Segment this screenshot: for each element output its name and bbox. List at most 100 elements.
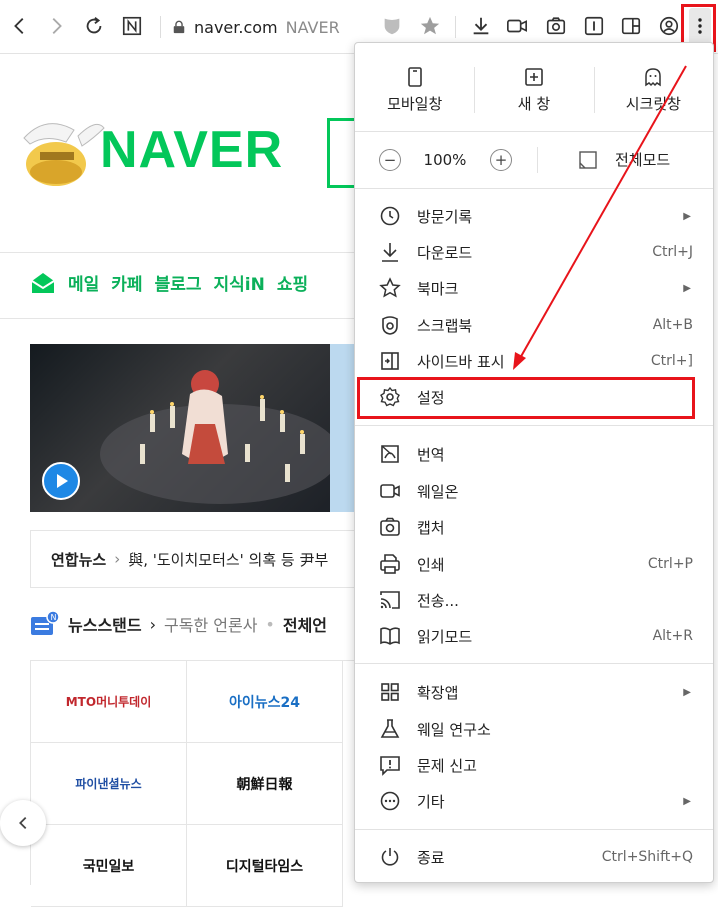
fullscreen-button[interactable]: 전체모드 — [537, 147, 670, 173]
camera-icon[interactable] — [542, 12, 570, 40]
press-name: 아이뉴스24 — [228, 694, 300, 711]
menu-item-label: 확장앱 — [417, 683, 459, 702]
news-ticker[interactable]: 연합뉴스 › 與, '도이치모터스' 의혹 등 尹부 — [30, 530, 355, 588]
zoom-controls: − 100% + 전체모드 — [355, 132, 713, 188]
menu-item-extensions[interactable]: 확장앱 ▶ — [355, 674, 713, 710]
naver-home-icon[interactable] — [118, 12, 146, 40]
whale-mascot-logo — [23, 123, 105, 186]
forward-icon[interactable] — [42, 12, 70, 40]
service-link-mail[interactable]: 메일 — [68, 270, 99, 295]
submenu-arrow-icon: ▶ — [683, 210, 691, 222]
address-bar[interactable]: naver.com NAVER — [172, 13, 340, 41]
download-icon[interactable] — [467, 12, 495, 40]
press-logo[interactable]: 디지털타임스 — [187, 825, 343, 907]
browser-main-menu: 모바일창 새 창 시크릿창 − 100% + 전체모드 방문기록 ▶ 다운로드 … — [354, 42, 714, 883]
settings-highlight — [357, 377, 695, 419]
menu-item-exit[interactable]: 종료 Ctrl+Shift+Q — [355, 839, 713, 875]
menu-item-print[interactable]: 인쇄 Ctrl+P — [355, 546, 713, 582]
menu-item-whale-lab[interactable]: 웨일 연구소 — [355, 711, 713, 747]
newsstand-all-link[interactable]: 전체언 — [283, 612, 327, 636]
menu-item-label: 읽기모드 — [417, 627, 473, 646]
press-logo[interactable]: MTO머니투데이 — [31, 661, 187, 743]
extensions-icon — [379, 681, 401, 703]
press-logo[interactable]: 파이낸셜뉴스 — [31, 743, 187, 825]
mobile-window-button[interactable]: 모바일창 — [355, 43, 474, 131]
divider — [0, 252, 360, 253]
news-headline[interactable]: 與, '도이치모터스' 의혹 등 尹부 — [128, 549, 328, 570]
menu-item-reading-mode[interactable]: 읽기모드 Alt+R — [355, 618, 713, 654]
quick-window-actions: 모바일창 새 창 시크릿창 — [355, 43, 713, 131]
sidebar-toggle-icon[interactable] — [617, 12, 645, 40]
menu-divider — [355, 663, 713, 664]
service-link-kin[interactable]: 지식iN — [213, 270, 264, 295]
press-name: 디지털타임스 — [225, 858, 304, 875]
zoom-level: 100% — [423, 151, 467, 169]
newsstand-icon: N — [31, 610, 60, 635]
menu-item-cast[interactable]: 전송... — [355, 582, 713, 618]
menu-item-report[interactable]: 문제 신고 — [355, 747, 713, 783]
ad-banner-side — [330, 344, 354, 512]
camera-icon — [379, 516, 401, 538]
chevron-right-icon: › — [149, 614, 157, 634]
toolbar-divider — [160, 16, 161, 38]
press-name: 국민일보 — [82, 858, 135, 875]
service-link-shopping[interactable]: 쇼핑 — [277, 270, 308, 295]
menu-item-label: 방문기록 — [417, 207, 473, 226]
new-window-button[interactable]: 새 창 — [474, 43, 593, 131]
cast-icon — [379, 589, 401, 611]
menu-item-scrapbook[interactable]: 스크랩북 Alt+B — [355, 307, 713, 343]
zoom-out-button[interactable]: − — [379, 149, 401, 171]
service-link-cafe[interactable]: 카페 — [111, 270, 142, 295]
quick-item-label: 모바일창 — [387, 95, 443, 113]
star-icon — [379, 277, 401, 299]
bookmark-star-icon[interactable] — [416, 12, 444, 40]
translate-icon — [379, 443, 401, 465]
menu-item-shortcut: Ctrl+J — [652, 244, 693, 260]
back-icon[interactable] — [6, 12, 34, 40]
submenu-arrow-icon: ▶ — [683, 282, 691, 294]
address-host: naver.com — [194, 17, 278, 37]
secret-window-button[interactable]: 시크릿창 — [593, 43, 713, 131]
shield-icon[interactable] — [378, 12, 406, 40]
press-logo[interactable]: 국민일보 — [31, 825, 187, 907]
menu-item-translate[interactable]: 번역 — [355, 436, 713, 472]
carousel-prev-button[interactable] — [0, 800, 46, 846]
newsstand-title[interactable]: 뉴스스탠드 — [68, 612, 142, 636]
menu-item-shortcut: Ctrl+] — [650, 353, 693, 369]
menu-item-more[interactable]: 기타 ▶ — [355, 783, 713, 819]
menu-item-sidebar[interactable]: 사이드바 표시 Ctrl+] — [355, 343, 713, 379]
video-icon — [379, 480, 401, 502]
reload-icon[interactable] — [80, 12, 108, 40]
press-name: 朝鮮日報 — [236, 776, 293, 793]
press-logo[interactable]: 아이뉴스24 — [187, 661, 343, 743]
profile-icon[interactable] — [655, 12, 683, 40]
menu-item-whale-on[interactable]: 웨일온 — [355, 473, 713, 509]
menu-divider — [355, 188, 713, 189]
scrapbook-icon — [379, 314, 401, 336]
menu-item-label: 다운로드 — [417, 243, 473, 262]
reader-icon[interactable] — [580, 12, 608, 40]
service-link-blog[interactable]: 블로그 — [155, 270, 202, 295]
menu-item-label: 사이드바 표시 — [417, 352, 505, 371]
video-icon[interactable] — [503, 12, 531, 40]
menu-item-bookmarks[interactable]: 북마크 ▶ — [355, 270, 713, 306]
menu-item-label: 문제 신고 — [417, 756, 477, 775]
clock-icon — [379, 205, 401, 227]
newsstand-subscribed-link[interactable]: 구독한 언론사 — [164, 612, 257, 636]
menu-item-shortcut: Alt+B — [652, 317, 693, 333]
power-icon — [379, 846, 401, 868]
menu-item-shortcut: Alt+R — [652, 628, 693, 644]
menu-item-history[interactable]: 방문기록 ▶ — [355, 198, 713, 234]
play-button[interactable] — [42, 462, 80, 500]
sidebar-icon — [379, 350, 401, 372]
menu-item-downloads[interactable]: 다운로드 Ctrl+J — [355, 234, 713, 270]
report-icon — [379, 754, 401, 776]
divider — [0, 318, 360, 319]
zoom-in-button[interactable]: + — [490, 149, 512, 171]
toolbar-divider — [455, 16, 456, 38]
menu-item-label: 웨일 연구소 — [417, 720, 491, 739]
press-logo[interactable]: 朝鮮日報 — [187, 743, 343, 825]
naver-logo-text[interactable]: NAVER — [100, 120, 283, 180]
quick-item-label: 시크릿창 — [625, 95, 681, 113]
menu-item-capture[interactable]: 캡처 — [355, 509, 713, 545]
